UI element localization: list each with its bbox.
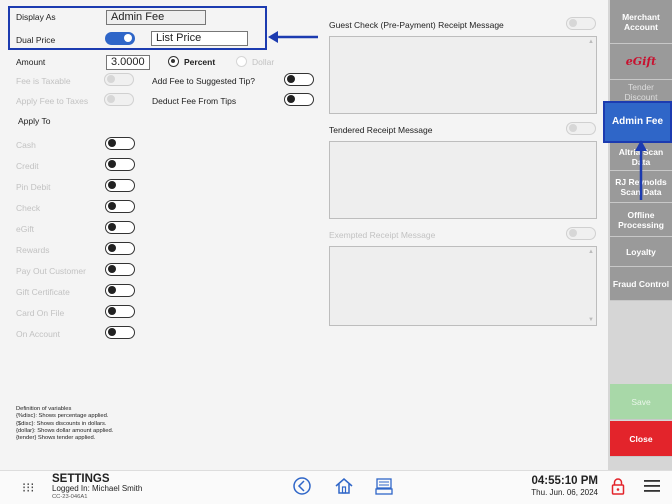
apply-to-pin-debit-label: Pin Debit <box>16 182 51 192</box>
scroll-up-icon[interactable]: ▲ <box>588 39 594 45</box>
nav-fraud-control[interactable]: Fraud Control <box>610 267 672 301</box>
scroll-up-icon[interactable]: ▲ <box>588 249 594 255</box>
definition-line: {%disc}: Shows percentage applied. <box>16 413 109 420</box>
close-button[interactable]: Close <box>610 421 672 457</box>
percent-radio[interactable] <box>168 56 179 67</box>
apply-to-gift-cert-toggle[interactable] <box>105 284 135 297</box>
add-fee-tip-label: Add Fee to Suggested Tip? <box>152 76 256 86</box>
apply-to-cash-label: Cash <box>16 140 36 150</box>
definition-line: {dollar}: Shows dollar amount applied. <box>16 427 114 434</box>
percent-label: Percent <box>184 57 216 67</box>
exempted-message-label: Exempted Receipt Message <box>329 230 436 240</box>
apply-to-payout-toggle[interactable] <box>105 263 135 276</box>
apply-fee-taxes-toggle[interactable] <box>104 93 134 106</box>
clock-date: Thu. Jun. 06, 2024 <box>531 488 598 497</box>
apply-fee-taxes-label: Apply Fee to Taxes <box>16 96 89 106</box>
apply-to-pin-debit-toggle[interactable] <box>105 179 135 192</box>
device-id: CC-23-046A1 <box>52 494 88 500</box>
menu-icon[interactable] <box>644 480 660 492</box>
deduct-fee-tips-label: Deduct Fee From Tips <box>152 96 237 106</box>
tendered-message-textarea[interactable] <box>329 141 597 219</box>
apply-to-heading: Apply To <box>18 116 51 126</box>
fee-taxable-toggle[interactable] <box>104 73 134 86</box>
logged-in-user: Logged In: Michael Smith <box>52 484 143 493</box>
apply-to-credit-label: Credit <box>16 161 39 171</box>
annotation-arrow-up <box>635 140 647 200</box>
amount-field[interactable]: 3.0000 <box>106 55 150 70</box>
scroll-down-icon[interactable]: ▼ <box>588 317 594 323</box>
apps-grid-icon[interactable]: ⁝⁝⁝ <box>22 480 34 496</box>
home-icon[interactable] <box>334 476 354 496</box>
add-fee-tip-toggle[interactable] <box>284 73 314 86</box>
apply-to-payout-label: Pay Out Customer <box>16 266 86 276</box>
apply-to-card-on-file-label: Card On File <box>16 308 65 318</box>
register-icon[interactable] <box>374 476 394 496</box>
guest-check-message-textarea[interactable]: ▲ <box>329 36 597 114</box>
apply-to-egift-label: eGift <box>16 224 34 234</box>
apply-to-credit-toggle[interactable] <box>105 158 135 171</box>
nav-merchant-account[interactable]: Merchant Account <box>610 0 672 44</box>
guest-check-message-label: Guest Check (Pre-Payment) Receipt Messag… <box>329 20 504 30</box>
apply-to-on-account-toggle[interactable] <box>105 326 135 339</box>
variable-definitions: Definition of variables {%disc}: Shows p… <box>16 406 113 442</box>
amount-label: Amount <box>16 57 46 67</box>
guest-check-message-toggle[interactable] <box>566 17 596 30</box>
apply-to-rewards-toggle[interactable] <box>105 242 135 255</box>
save-button[interactable]: Save <box>610 384 672 420</box>
apply-to-check-label: Check <box>16 203 41 213</box>
nav-admin-fee[interactable]: Admin Fee <box>603 101 672 143</box>
apply-to-egift-toggle[interactable] <box>105 221 135 234</box>
dollar-radio[interactable] <box>236 56 247 67</box>
apply-to-check-toggle[interactable] <box>105 200 135 213</box>
apply-to-gift-cert-label: Gift Certificate <box>16 287 70 297</box>
apply-to-cash-toggle[interactable] <box>105 137 135 150</box>
annotation-arrow-left <box>268 31 318 43</box>
back-icon[interactable] <box>292 476 312 496</box>
nav-offline-processing[interactable]: Offline Processing <box>610 203 672 237</box>
nav-loyalty[interactable]: Loyalty <box>610 237 672 267</box>
definition-line: {$disc}: Shows discounts in dollars. <box>16 420 107 427</box>
nav-egift[interactable]: eGift <box>610 44 672 80</box>
tendered-message-label: Tendered Receipt Message <box>329 125 433 135</box>
fee-taxable-label: Fee is Taxable <box>16 76 71 86</box>
apply-to-on-account-label: On Account <box>16 329 60 339</box>
apply-to-rewards-label: Rewards <box>16 245 50 255</box>
definitions-title: Definition of variables <box>16 406 72 412</box>
dollar-label: Dollar <box>252 57 275 67</box>
apply-to-card-on-file-toggle[interactable] <box>105 305 135 318</box>
deduct-fee-tips-toggle[interactable] <box>284 93 314 106</box>
egift-logo: eGift <box>625 54 657 68</box>
definition-line: {tender} Shows tender applied. <box>16 435 96 442</box>
exempted-message-toggle[interactable] <box>566 227 596 240</box>
lock-icon[interactable] <box>611 477 625 495</box>
clock-time: 04:55:10 PM <box>531 475 598 487</box>
exempted-message-textarea[interactable]: ▲ ▼ <box>329 246 597 326</box>
annotation-highlight-box <box>8 6 267 50</box>
tendered-message-toggle[interactable] <box>566 122 596 135</box>
